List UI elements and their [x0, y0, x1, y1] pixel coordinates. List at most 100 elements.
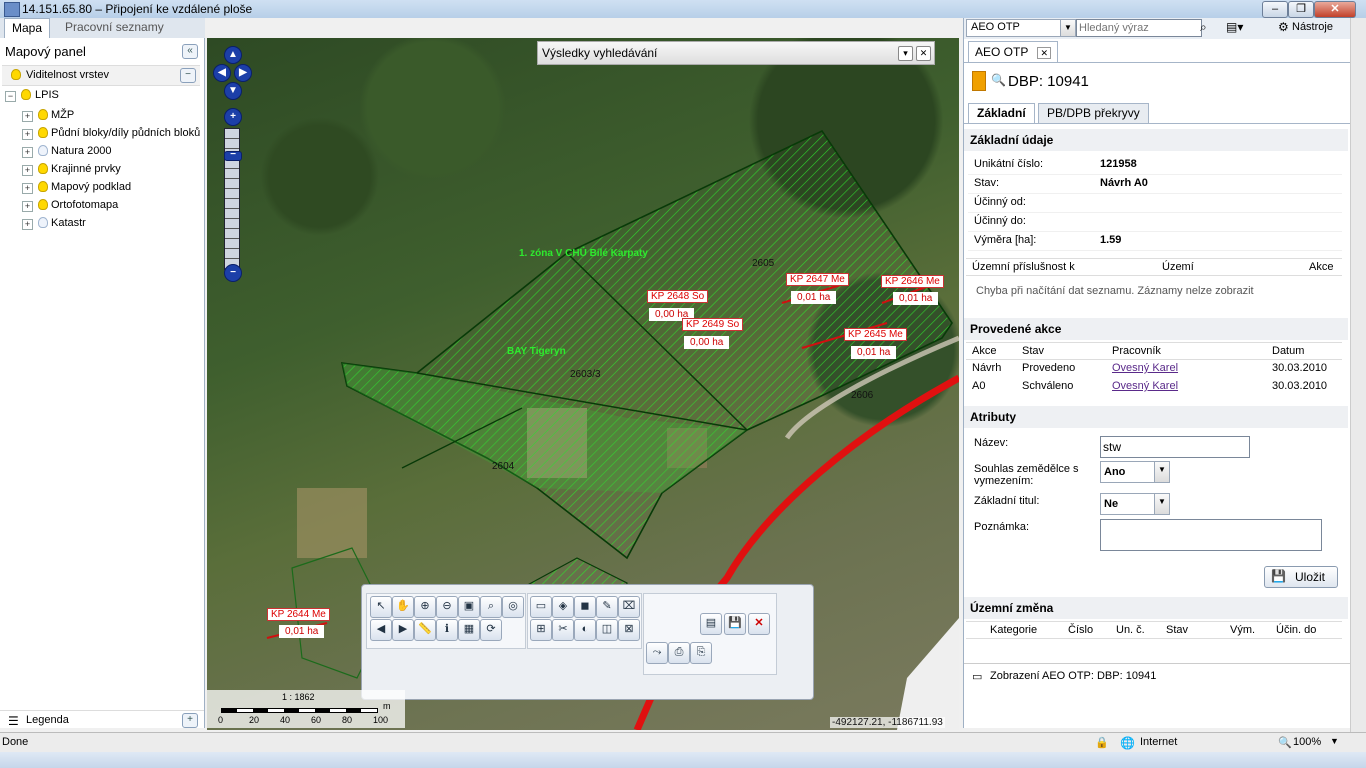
route-icon[interactable]: ⤳ [646, 642, 668, 664]
zoom-extent-icon[interactable]: ⌕ [480, 596, 502, 618]
table-row[interactable]: Návrh Provedeno Ovesný Karel 30.03.2010 [966, 360, 1342, 378]
measure-icon[interactable]: 📏 [414, 619, 436, 641]
layer-item[interactable]: Katastr [51, 217, 86, 229]
tab-aeo-otp[interactable]: AEO OTP ✕ [968, 41, 1059, 63]
new-record-icon[interactable]: ▤ [700, 613, 722, 635]
tools-menu[interactable]: Nástroje [1292, 21, 1333, 33]
zoom-out-button[interactable]: − [224, 264, 242, 282]
collapse-panel-button[interactable]: « [182, 44, 198, 59]
edit-vertex-icon[interactable]: ◈ [552, 596, 574, 618]
collapse-visibility-button[interactable]: − [180, 68, 196, 83]
bulb-icon[interactable] [38, 199, 48, 210]
tree-expand-icon[interactable]: + [22, 165, 33, 176]
column-header[interactable]: Územní příslušnost k [972, 261, 1075, 273]
consent-select[interactable]: Ano ▼ [1100, 461, 1170, 483]
close-tab-icon[interactable]: ✕ [1037, 47, 1052, 59]
bulb-icon[interactable] [38, 145, 48, 156]
tree-expand-icon[interactable]: + [22, 111, 33, 122]
zoom-in-tool-icon[interactable]: ⊕ [414, 596, 436, 618]
layer-item[interactable]: Krajinné prvky [51, 163, 121, 175]
search-icon[interactable]: ⌕ [1200, 20, 1207, 35]
split-icon[interactable]: ⌧ [618, 596, 640, 618]
buffer-icon[interactable]: ◫ [596, 619, 618, 641]
close-search-results-button[interactable]: ✕ [916, 46, 931, 61]
tab-mapa[interactable]: Mapa [4, 18, 51, 38]
name-input[interactable] [1100, 436, 1250, 458]
vertical-scrollbar[interactable] [1350, 18, 1366, 732]
column-header[interactable]: Vým. [1230, 624, 1255, 636]
select-tool-icon[interactable]: ↖ [370, 596, 392, 618]
kp-label[interactable]: KP 2644 Me [267, 608, 330, 621]
kp-label[interactable]: KP 2648 So [647, 290, 709, 303]
draw-polygon-icon[interactable]: ▭ [530, 596, 552, 618]
merge-icon[interactable]: ⊞ [530, 619, 552, 641]
layer-item[interactable]: Ortofotomapa [51, 199, 118, 211]
bulb-icon[interactable] [21, 89, 31, 100]
tree-expand-icon[interactable]: + [22, 147, 33, 158]
note-textarea[interactable] [1100, 519, 1322, 551]
table-row[interactable]: A0 Schváleno Ovesný Karel 30.03.2010 [966, 378, 1342, 396]
parcel-2605[interactable] [340, 129, 953, 560]
minimize-button[interactable]: – [1262, 1, 1288, 18]
zoom-out-tool-icon[interactable]: ⊖ [436, 596, 458, 618]
column-header[interactable]: Pracovník [1112, 345, 1161, 357]
tree-expand-icon[interactable]: + [22, 201, 33, 212]
column-header[interactable]: Území [1162, 261, 1194, 273]
add-shape-icon[interactable]: ◼ [574, 596, 596, 618]
tab-zakladni[interactable]: Základní [968, 103, 1035, 124]
layer-item[interactable]: Natura 2000 [51, 145, 112, 157]
layer-item[interactable]: Mapový podklad [51, 181, 131, 193]
kp-label[interactable]: KP 2649 So [682, 318, 744, 331]
tree-expand-icon[interactable]: + [22, 129, 33, 140]
results-list-icon[interactable]: ▤▾ [1226, 20, 1243, 34]
bulb-icon[interactable] [38, 109, 48, 120]
tab-pracovni-seznamy[interactable]: Pracovní seznamy [58, 18, 171, 37]
chevron-down-icon[interactable]: ▾ [898, 46, 913, 61]
pan-down-button[interactable]: ▼ [224, 82, 242, 100]
pan-up-button[interactable]: ▲ [224, 46, 242, 64]
cancel-icon[interactable]: ✕ [748, 613, 770, 635]
column-header[interactable]: Un. č. [1116, 624, 1145, 636]
column-header[interactable]: Stav [1166, 624, 1188, 636]
layer-item[interactable]: Půdní bloky/díly půdních bloků [51, 127, 200, 139]
tree-expand-icon[interactable]: + [22, 183, 33, 194]
kp-label[interactable]: KP 2645 Me [844, 328, 907, 341]
print-icon[interactable]: ⎙ [668, 642, 690, 664]
close-window-button[interactable]: ✕ [1314, 1, 1356, 18]
worker-link[interactable]: Ovesný Karel [1112, 380, 1178, 392]
pan-hand-icon[interactable]: ✋ [392, 596, 414, 618]
zoom-icon[interactable]: 🔍 [1278, 736, 1292, 749]
zoom-box-icon[interactable]: ▣ [458, 596, 480, 618]
legend-bar[interactable]: ☰ Legenda + [0, 710, 204, 729]
chevron-down-icon[interactable]: ▼ [1330, 736, 1339, 746]
layer-item[interactable]: MŽP [51, 109, 74, 121]
back-icon[interactable]: ◀ [370, 619, 392, 641]
worker-link[interactable]: Ovesný Karel [1112, 362, 1178, 374]
bulb-icon[interactable] [38, 127, 48, 138]
basic-title-select[interactable]: Ne ▼ [1100, 493, 1170, 515]
zoom-in-button[interactable]: + [224, 108, 242, 126]
forward-icon[interactable]: ▶ [392, 619, 414, 641]
intersect-icon[interactable]: ◐ [574, 619, 596, 641]
column-header[interactable]: Akce [1309, 261, 1333, 273]
column-header[interactable]: Akce [972, 345, 996, 357]
search-type-select[interactable]: AEO OTP ▼ [966, 19, 1076, 37]
pan-right-button[interactable]: ▶ [234, 64, 252, 82]
info-icon[interactable]: ℹ [436, 619, 458, 641]
cut-icon[interactable]: ✂ [552, 619, 574, 641]
layer-root[interactable]: LPIS [35, 89, 59, 101]
zoom-handle[interactable]: − [224, 150, 242, 161]
zoom-level[interactable]: 100% [1293, 736, 1321, 748]
export-pdf-icon[interactable]: ⎘ [690, 642, 712, 664]
save-icon[interactable]: 💾 [724, 613, 746, 635]
column-header[interactable]: Kategorie [990, 624, 1037, 636]
expand-legend-button[interactable]: + [182, 713, 198, 728]
save-button[interactable]: 💾 Uložit [1264, 566, 1338, 588]
tab-pb-dpb-prekryvy[interactable]: PB/DPB překryvy [1038, 103, 1149, 124]
kp-label[interactable]: KP 2646 Me [881, 275, 944, 288]
calculator-icon[interactable]: ▦ [458, 619, 480, 641]
tree-expand-icon[interactable]: + [22, 219, 33, 230]
column-header[interactable]: Datum [1272, 345, 1304, 357]
restore-button[interactable]: ❐ [1288, 1, 1314, 18]
delete-shape-icon[interactable]: ⊠ [618, 619, 640, 641]
